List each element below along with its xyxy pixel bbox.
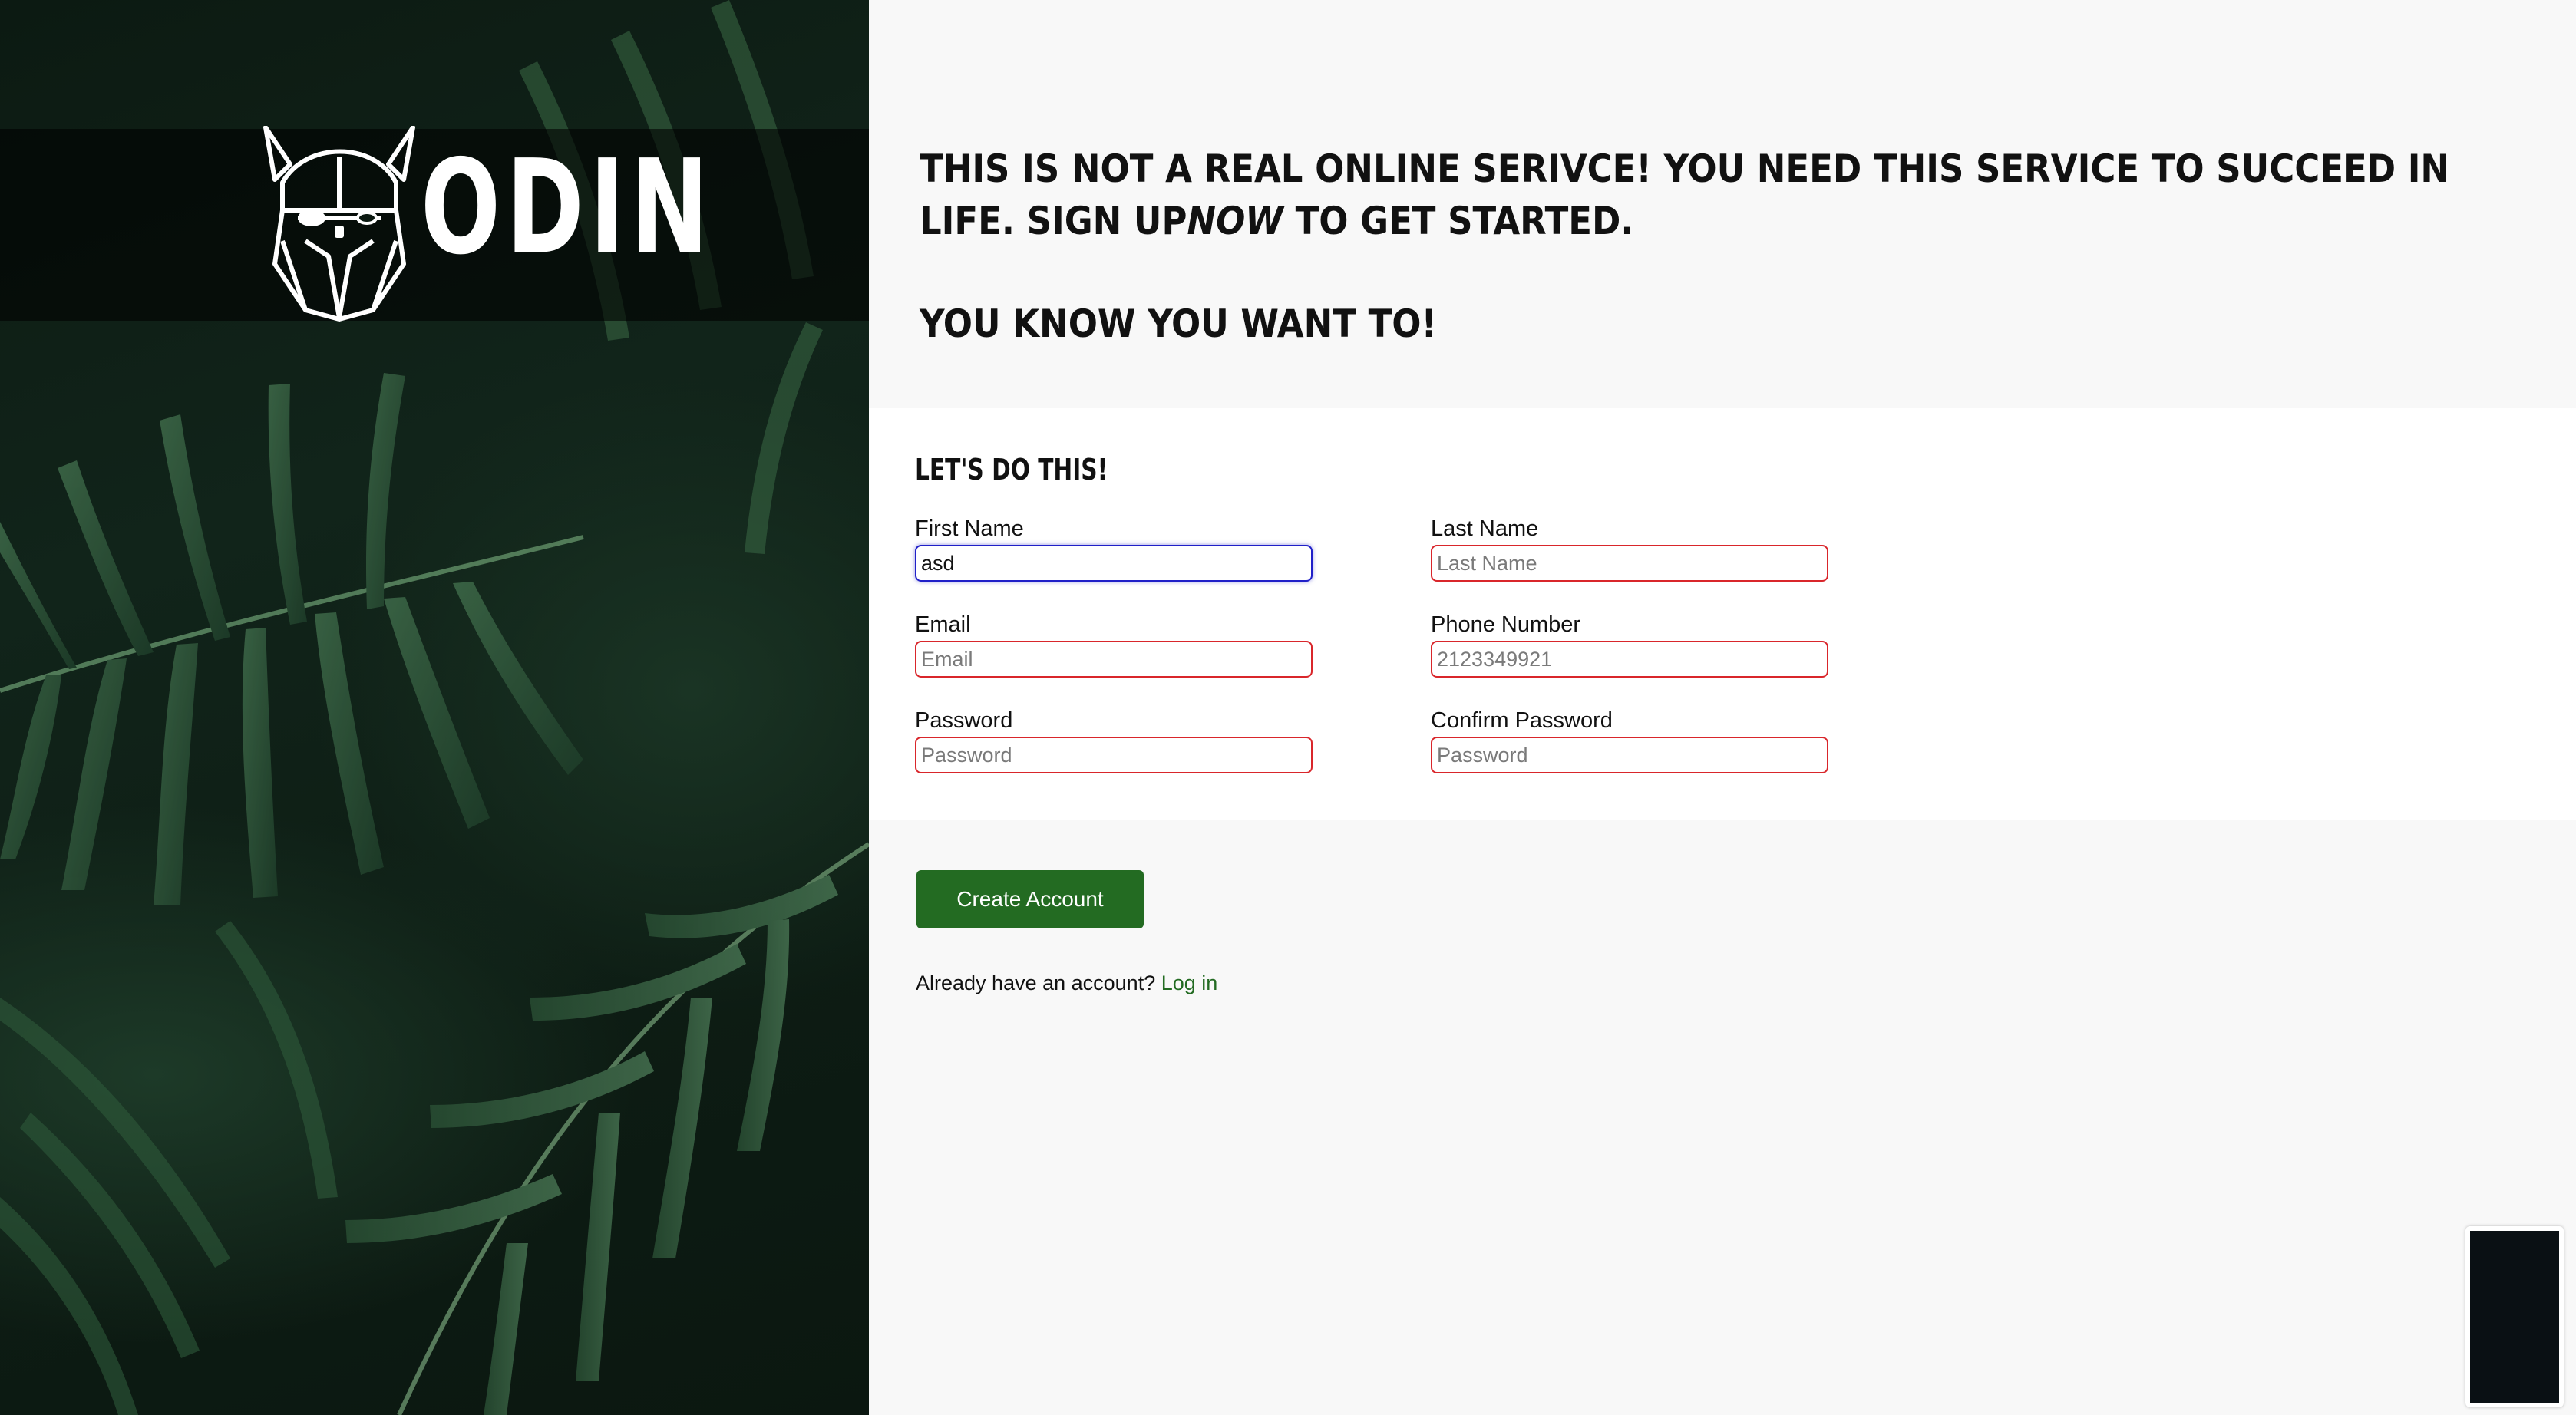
login-link[interactable]: Log in [1161, 971, 1218, 994]
last-name-group: Last Name [1431, 516, 1830, 582]
login-prompt: Already have an account? Log in [916, 971, 1217, 995]
signup-form: Let's do this! First Name Last Name Emai… [869, 408, 2576, 820]
first-name-input[interactable] [915, 545, 1313, 582]
password-group: Password [915, 708, 1314, 773]
confirm-password-label: Confirm Password [1431, 708, 1613, 733]
first-name-group: First Name [915, 516, 1314, 582]
intro-line-1-end: to get started. [1283, 199, 1634, 243]
signup-page: ODIN This is not a real online serivce! … [0, 0, 2576, 1415]
phone-label: Phone Number [1431, 612, 1581, 637]
login-prompt-text: Already have an account? [916, 971, 1156, 994]
first-name-label: First Name [915, 516, 1024, 541]
create-account-button[interactable]: Create Account [916, 870, 1144, 928]
intro-emphasis: now [1187, 199, 1283, 243]
hero-panel: ODIN [0, 0, 869, 1415]
last-name-label: Last Name [1431, 516, 1539, 541]
brand-wordmark: ODIN [421, 132, 715, 284]
floating-widget[interactable] [2465, 1226, 2564, 1407]
password-label: Password [915, 708, 1013, 733]
intro-text: This is not a real online serivce! You n… [920, 143, 2539, 350]
phone-input[interactable] [1431, 641, 1828, 678]
main-content: This is not a real online serivce! You n… [869, 0, 2576, 1415]
email-label: Email [915, 612, 971, 637]
form-title: Let's do this! [915, 453, 1108, 487]
intro-line-1: This is not a real online serivce! You n… [920, 143, 2539, 247]
confirm-password-input[interactable] [1431, 737, 1828, 773]
intro-line-2: You know you want to! [920, 302, 1438, 346]
intro-line-1-start: This is not a real online serivce! You n… [920, 147, 2450, 243]
email-input[interactable] [915, 641, 1313, 678]
last-name-input[interactable] [1431, 545, 1828, 582]
email-group: Email [915, 612, 1314, 678]
phone-group: Phone Number [1431, 612, 1830, 678]
confirm-password-group: Confirm Password [1431, 708, 1830, 773]
password-input[interactable] [915, 737, 1313, 773]
